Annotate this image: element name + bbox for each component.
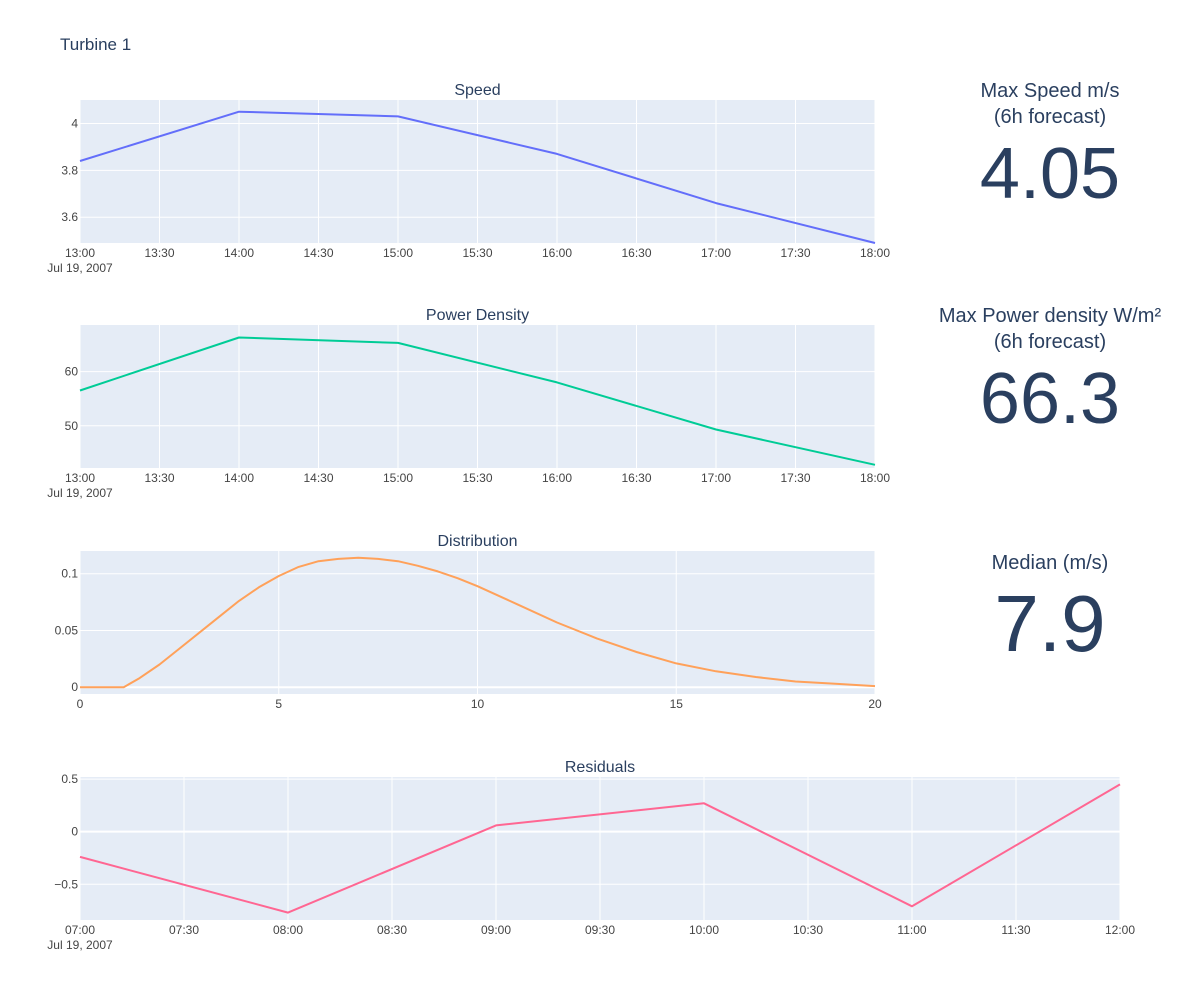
chart-speed-x-tick-label: 16:00: [542, 246, 572, 260]
chart-speed-y-tick-label: 4: [71, 116, 78, 130]
chart-residuals-x-tick-label: 07:00: [65, 923, 95, 937]
chart-residuals: Residuals 07:00 07:30 08:00 08:30 09:00 09:30 1…: [47, 759, 1135, 952]
chart-residuals-x-tick-label: 10:30: [793, 923, 823, 937]
indicator-max-power-density-value: 66.3: [980, 359, 1120, 439]
charts: Speed 13:00 13:30 14:00 14:30 15:00 15:30 16:00…: [47, 82, 1135, 952]
chart-residuals-x-tick-label: 08:00: [273, 923, 303, 937]
dashboard: Turbine 1 Max Speed m/s (6h forecast) 4.…: [47, 35, 1162, 952]
chart-power-x-tick-label: 18:00: [860, 471, 890, 485]
chart-residuals-x-tick-label: 07:30: [169, 923, 199, 937]
chart-distribution-x-tick-label: 0: [77, 697, 84, 711]
chart-residuals-x-tick-label: 11:00: [897, 923, 926, 937]
chart-speed-x-tick-label: 17:00: [701, 246, 731, 260]
chart-speed: Speed 13:00 13:30 14:00 14:30 15:00 15:30 16:00…: [47, 82, 890, 275]
chart-residuals-x-date-label: Jul 19, 2007: [47, 938, 113, 952]
chart-residuals-x-tick-label: 09:30: [585, 923, 615, 937]
chart-power-x-tick-label: 16:00: [542, 471, 572, 485]
indicator-max-power-density-title-line2: (6h forecast): [994, 331, 1106, 353]
chart-speed-y-tick-label: 3.8: [61, 163, 78, 177]
chart-residuals-y-tick-label: −0.5: [54, 877, 78, 891]
indicator-max-speed-title-line1: Max Speed m/s: [981, 80, 1120, 102]
chart-power-y-tick-label: 60: [65, 365, 79, 379]
chart-distribution-title: Distribution: [437, 533, 517, 550]
chart-residuals-x-tick-label: 12:00: [1105, 923, 1135, 937]
chart-power-x-tick-label: 17:30: [780, 471, 810, 485]
chart-residuals-x-tick-label: 09:00: [481, 923, 511, 937]
chart-power: Power Density 13:00 13:30 14:00 14:30 15:00 15…: [47, 307, 890, 500]
indicator-median: Median (m/s) 7.9: [992, 552, 1109, 668]
chart-speed-x-tick-label: 17:30: [780, 246, 810, 260]
indicator-max-power-density-title-line1: Max Power density W/m²: [939, 305, 1162, 327]
chart-distribution-y-tick-label: 0.05: [55, 623, 79, 637]
chart-distribution-y-tick-label: 0: [71, 680, 78, 694]
chart-distribution-x-tick-label: 15: [670, 697, 684, 711]
chart-speed-x-tick-label: 16:30: [621, 246, 651, 260]
chart-speed-x-tick-label: 14:00: [224, 246, 254, 260]
indicator-max-power-density: Max Power density W/m² (6h forecast) 66.…: [939, 305, 1162, 439]
chart-speed-x-tick-label: 18:00: [860, 246, 890, 260]
chart-speed-x-tick-label: 14:30: [303, 246, 333, 260]
chart-power-y-tick-label: 50: [65, 419, 79, 433]
chart-distribution: Distribution 0 5 10 15 20 0 0.05 0.1: [55, 533, 882, 711]
chart-residuals-x-tick-label: 10:00: [689, 923, 719, 937]
chart-distribution-x-tick-label: 5: [275, 697, 282, 711]
chart-residuals-y-tick-label: 0: [71, 825, 78, 839]
indicator-median-value: 7.9: [994, 579, 1105, 668]
chart-power-x-tick-label: 15:30: [462, 471, 492, 485]
chart-distribution-x-tick-label: 10: [471, 697, 485, 711]
chart-power-x-tick-label: 13:30: [144, 471, 174, 485]
indicators: Max Speed m/s (6h forecast) 4.05 Max Pow…: [939, 80, 1162, 668]
chart-distribution-x-tick-label: 20: [868, 697, 882, 711]
chart-speed-x-tick-label: 13:00: [65, 246, 95, 260]
chart-residuals-y-tick-label: 0.5: [61, 772, 78, 786]
chart-speed-title: Speed: [454, 82, 500, 99]
chart-speed-y-tick-label: 3.6: [61, 210, 78, 224]
indicator-median-title: Median (m/s): [992, 552, 1109, 574]
chart-speed-x-tick-label: 13:30: [144, 246, 174, 260]
chart-power-title: Power Density: [426, 307, 529, 324]
chart-speed-x-tick-label: 15:30: [462, 246, 492, 260]
chart-residuals-x-tick-label: 11:30: [1001, 923, 1030, 937]
chart-power-x-tick-label: 14:00: [224, 471, 254, 485]
chart-distribution-y-tick-label: 0.1: [61, 567, 78, 581]
chart-power-x-tick-label: 13:00: [65, 471, 95, 485]
indicator-max-speed-value: 4.05: [980, 134, 1120, 214]
chart-power-x-tick-label: 14:30: [303, 471, 333, 485]
chart-power-x-date-label: Jul 19, 2007: [47, 486, 113, 500]
chart-speed-x-date-label: Jul 19, 2007: [47, 261, 113, 275]
indicator-max-speed-title-line2: (6h forecast): [994, 106, 1106, 128]
page-title: Turbine 1: [60, 35, 131, 54]
indicator-max-speed: Max Speed m/s (6h forecast) 4.05: [980, 80, 1120, 214]
chart-power-x-tick-label: 16:30: [621, 471, 651, 485]
chart-speed-x-tick-label: 15:00: [383, 246, 413, 260]
chart-residuals-x-tick-label: 08:30: [377, 923, 407, 937]
chart-power-x-tick-label: 15:00: [383, 471, 413, 485]
chart-power-x-tick-label: 17:00: [701, 471, 731, 485]
chart-residuals-title: Residuals: [565, 759, 635, 776]
